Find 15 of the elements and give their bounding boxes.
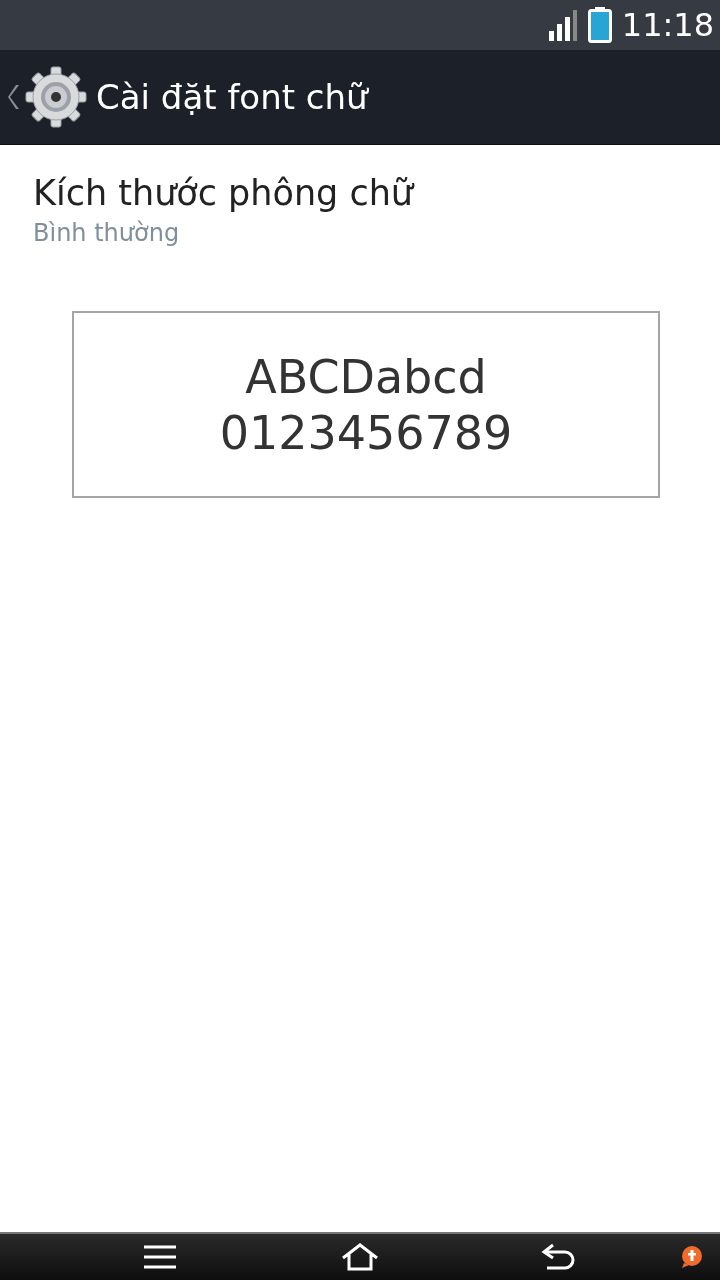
screen-title: Cài đặt font chữ	[96, 75, 368, 119]
preview-text: 0123456789	[219, 404, 513, 461]
menu-icon[interactable]	[143, 1244, 177, 1270]
setting-title: Kích thước phông chữ	[33, 172, 416, 215]
preview-text: ABCDabcd	[245, 348, 487, 405]
notification-badge-icon[interactable]	[680, 1245, 704, 1269]
back-chevron-icon[interactable]	[8, 84, 20, 110]
setting-summary: Bình thường	[33, 218, 181, 249]
clock-time: 11:18	[621, 9, 714, 41]
back-icon[interactable]	[541, 1243, 577, 1271]
font-size-setting[interactable]: Kích thước phông chữ Bình thường	[0, 145, 720, 249]
signal-icon	[547, 9, 578, 41]
gear-icon[interactable]	[24, 65, 88, 129]
battery-icon	[587, 7, 612, 43]
home-icon[interactable]	[340, 1243, 380, 1271]
